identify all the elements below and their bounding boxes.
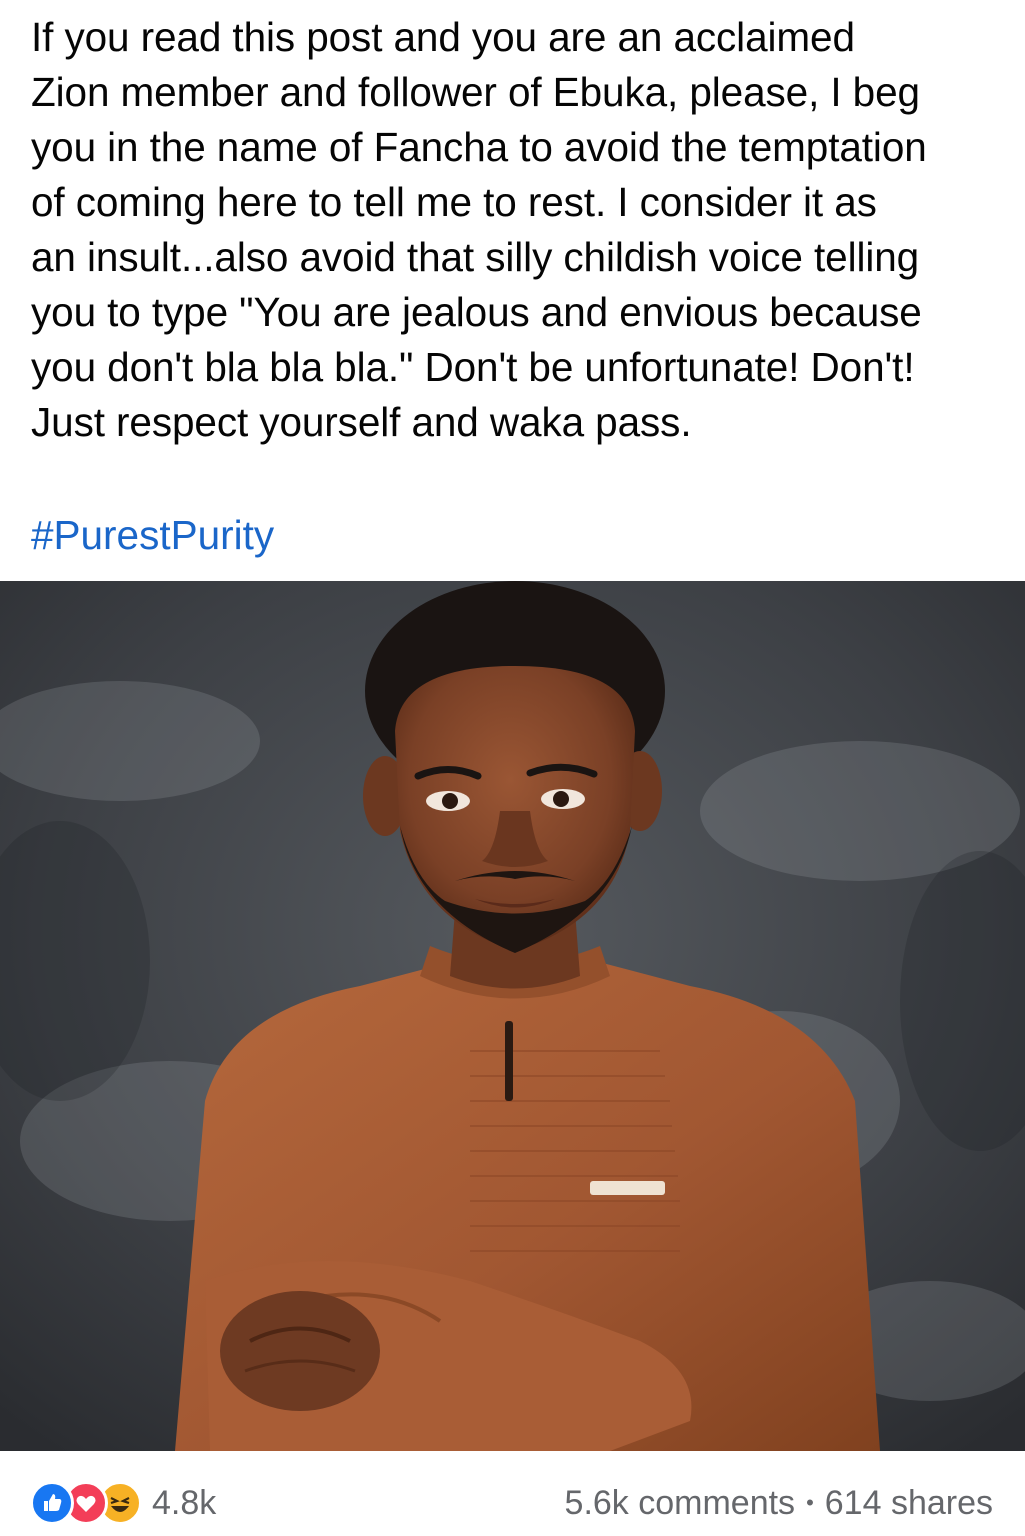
post-text-line: of coming here to tell me to rest. I con…: [31, 179, 877, 225]
like-reaction-icon: [30, 1481, 74, 1525]
post-text-line: Zion member and follower of Ebuka, pleas…: [31, 69, 920, 115]
post-photo[interactable]: [0, 581, 1025, 1451]
post-text-line: you in the name of Fancha to avoid the t…: [31, 124, 927, 170]
reactions-summary[interactable]: 4.8k: [30, 1481, 216, 1525]
reaction-count: 4.8k: [152, 1483, 217, 1522]
hashtag-link[interactable]: #PurestPurity: [31, 508, 274, 563]
shares-link[interactable]: 614 shares: [825, 1484, 993, 1523]
separator-dot: •: [806, 1490, 814, 1515]
comments-link[interactable]: 5.6k comments: [565, 1484, 796, 1523]
post-text-line: you don't bla bla bla." Don't be unfortu…: [31, 344, 915, 390]
engagement-stats: 5.6k comments • 614 shares: [565, 1481, 993, 1525]
portrait-illustration: [0, 581, 1025, 1451]
post-text: If you read this post and you are an acc…: [31, 10, 1006, 450]
post-text-line: an insult...also avoid that silly childi…: [31, 234, 920, 280]
post-text-line: If you read this post and you are an acc…: [31, 14, 855, 60]
post-footer: 4.8k 5.6k comments • 614 shares: [0, 1451, 1025, 1536]
post-text-line: you to type "You are jealous and envious…: [31, 289, 922, 335]
post-text-line: Just respect yourself and waka pass.: [31, 399, 692, 445]
